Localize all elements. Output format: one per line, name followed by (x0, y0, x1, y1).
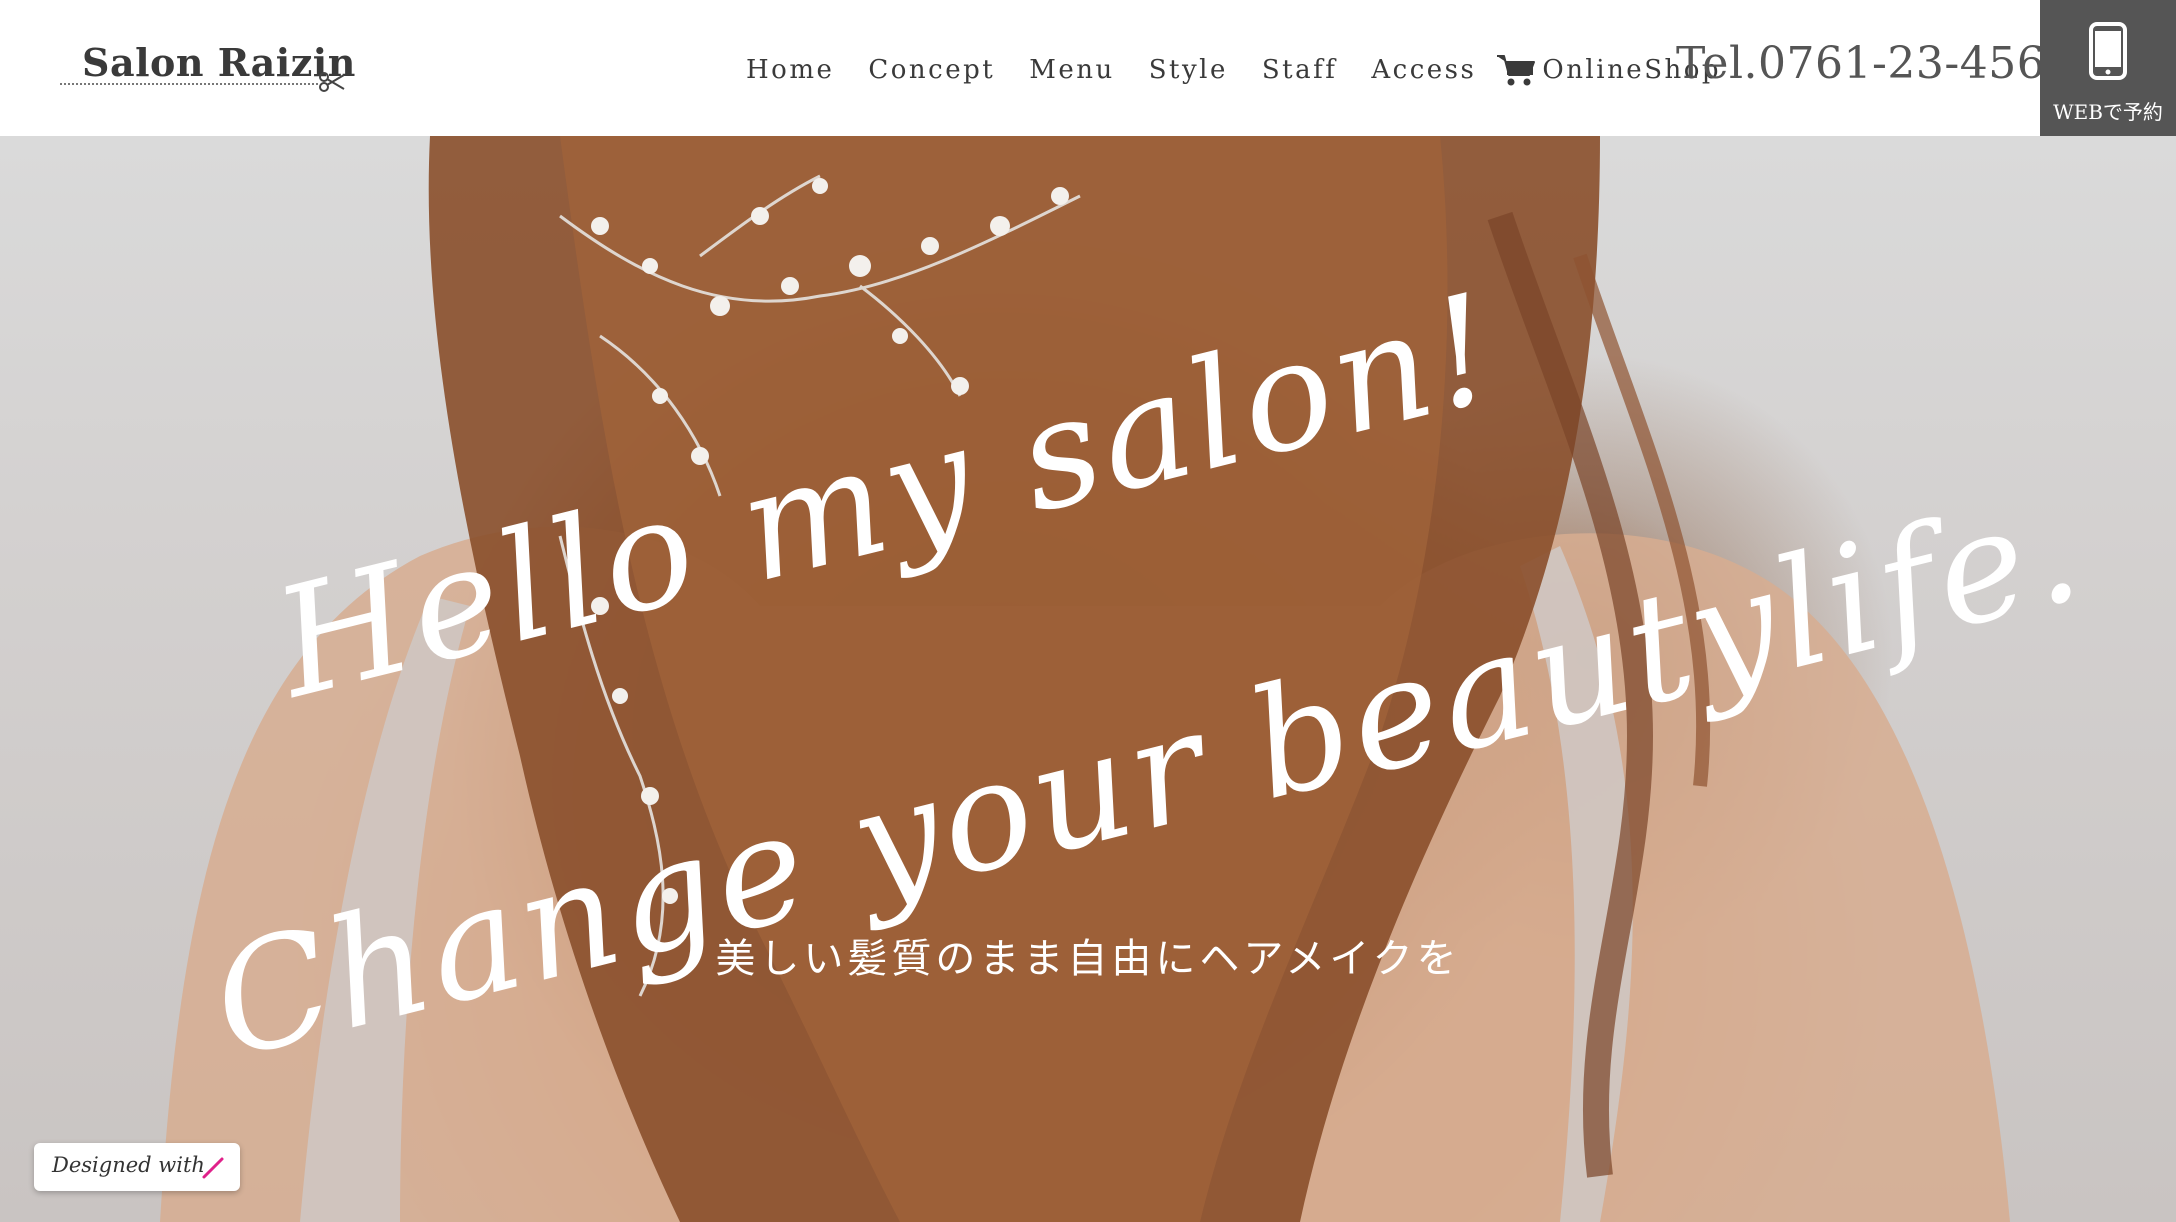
web-reserve-button[interactable]: WEBで予約 (2040, 0, 2176, 136)
nav-home[interactable]: Home (746, 55, 834, 85)
nav-style[interactable]: Style (1149, 55, 1228, 85)
nav-staff[interactable]: Staff (1262, 55, 1338, 85)
nav-concept[interactable]: Concept (868, 55, 995, 85)
badge-label[interactable]: Designed with (52, 1153, 205, 1177)
nav-access[interactable]: Access (1371, 55, 1476, 85)
site-header: Salon Raizin Home Concept Menu Style Sta… (0, 0, 2176, 136)
cart-icon (1497, 55, 1536, 86)
designed-with-badge[interactable]: Designed with (34, 1143, 240, 1191)
phone-number[interactable]: Tel.0761-23-4567 (1676, 38, 2074, 89)
hero-heading: Hello my salon! Change your beautylife. (197, 261, 2099, 1093)
pen-icon (202, 1157, 224, 1179)
logo-underline (60, 83, 318, 85)
smartphone-icon (2089, 22, 2127, 80)
hero-subtitle: 美しい髪質のまま自由にヘアメイクを (715, 936, 1461, 982)
logo-text[interactable]: Salon Raizin (82, 40, 356, 85)
hero-section: Hello my salon! Change your beautylife. … (0, 136, 2176, 1222)
scissors-icon (319, 72, 345, 92)
web-reserve-label[interactable]: WEBで予約 (2040, 96, 2176, 125)
main-nav: Home Concept Menu Style Staff Access Onl… (746, 50, 1721, 90)
nav-menu[interactable]: Menu (1029, 55, 1115, 85)
